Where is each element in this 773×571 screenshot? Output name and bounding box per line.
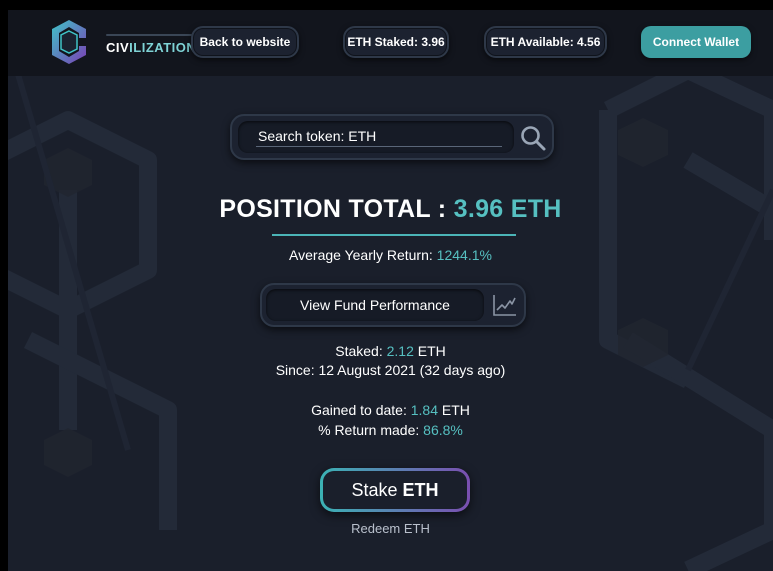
gained-to-date: Gained to date: 1.84 ETH (8, 402, 773, 418)
staked-value: 2.12 (386, 343, 414, 359)
logo-hex-icon (52, 20, 86, 64)
view-fund-performance-button[interactable]: View Fund Performance (266, 289, 484, 321)
staked-since: Since: 12 August 2021 (32 days ago) (275, 362, 506, 378)
average-return-value: 1244.1% (436, 247, 492, 263)
connect-wallet-button[interactable]: Connect Wallet (641, 26, 751, 58)
gained-unit: ETH (441, 402, 470, 418)
percent-return-made: % Return made: 86.8% (8, 422, 773, 438)
staked-unit: ETH (417, 343, 446, 359)
search-underline (256, 146, 502, 147)
gained-value: 1.84 (410, 402, 438, 418)
logo-tagline-bar (106, 34, 192, 36)
stake-eth-button-label: Stake ETH (323, 471, 467, 509)
search-icon[interactable] (519, 124, 547, 152)
fund-performance-box: View Fund Performance (260, 283, 526, 327)
percent-return-label: % Return made: (318, 422, 420, 438)
chart-line-icon[interactable] (492, 293, 518, 317)
eth-staked-badge: ETH Staked: 3.96 (343, 26, 449, 58)
gained-label: Gained to date: (311, 402, 407, 418)
heading-divider (272, 234, 516, 236)
position-total-heading: POSITION TOTAL : 3.96 ETH (8, 195, 773, 224)
stake-word: Stake (351, 479, 398, 500)
stake-eth-button[interactable]: Stake ETH (320, 468, 470, 512)
redeem-eth-link[interactable]: Redeem ETH (8, 521, 773, 536)
staked-label: Staked: (335, 343, 383, 359)
top-navigation-bar: CIVILIZATION Back to website ETH Staked:… (8, 10, 773, 76)
position-total-label: POSITION TOTAL : (219, 195, 447, 223)
eth-available-badge: ETH Available: 4.56 (484, 26, 607, 58)
back-to-website-button[interactable]: Back to website (191, 26, 299, 58)
percent-return-value: 86.8% (423, 422, 463, 438)
staked-amount: Staked: 2.12 ETH (8, 343, 773, 359)
average-yearly-return: Average Yearly Return: 1244.1% (8, 247, 773, 263)
civilization-logo[interactable]: CIVILIZATION (46, 16, 196, 68)
logo-wordmark: CIVILIZATION (106, 40, 197, 55)
search-input[interactable]: Search token: ETH (238, 121, 514, 153)
app-frame: CIVILIZATION Back to website ETH Staked:… (8, 10, 773, 571)
average-return-label: Average Yearly Return: (289, 247, 433, 263)
search-input-text: Search token: ETH (258, 128, 377, 144)
position-total-value: 3.96 ETH (453, 195, 562, 223)
token-search-box: Search token: ETH (230, 114, 554, 160)
stake-token-word: ETH (402, 479, 439, 500)
